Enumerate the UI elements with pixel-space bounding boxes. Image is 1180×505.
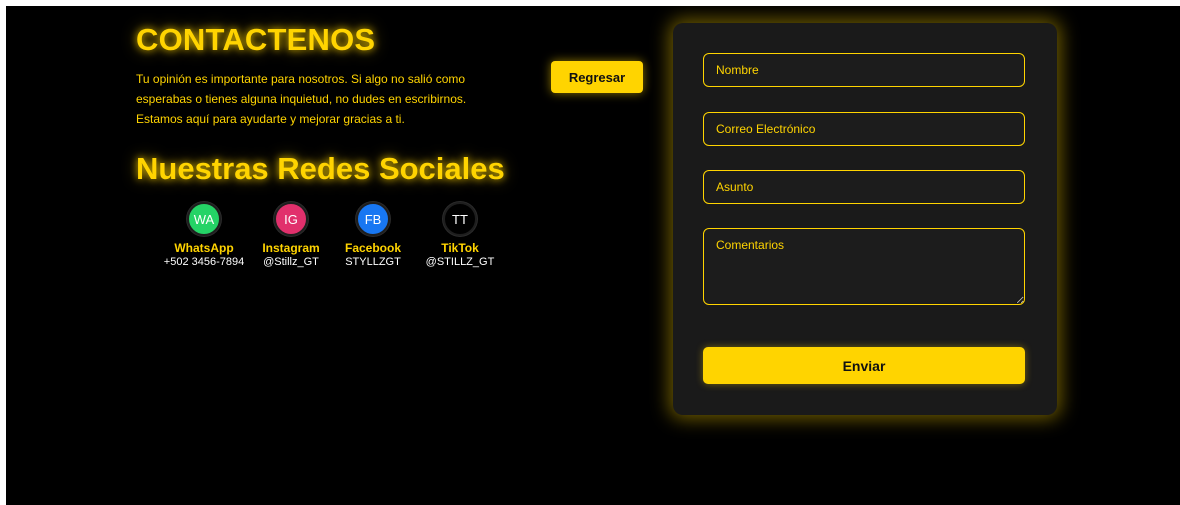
email-field[interactable] xyxy=(703,112,1025,146)
social-name: Instagram xyxy=(262,241,320,255)
contact-form-card: Enviar xyxy=(673,23,1057,415)
subject-field[interactable] xyxy=(703,170,1025,204)
social-handle: STYLLZGT xyxy=(345,256,401,268)
social-name: Facebook xyxy=(344,241,401,255)
social-title: Nuestras Redes Sociales xyxy=(136,151,505,186)
back-button[interactable]: Regresar xyxy=(551,61,643,93)
submit-button[interactable]: Enviar xyxy=(703,347,1025,384)
facebook-icon: FB xyxy=(356,202,390,236)
social-item-instagram[interactable]: IG Instagram @Stillz_GT xyxy=(246,202,336,270)
name-field[interactable] xyxy=(703,53,1025,87)
instagram-icon: IG xyxy=(274,202,308,236)
page-title: CONTACTENOS xyxy=(136,22,376,57)
comments-field[interactable] xyxy=(703,228,1025,305)
tiktok-icon: TT xyxy=(443,202,477,236)
social-item-facebook[interactable]: FB Facebook STYLLZGT xyxy=(328,202,418,270)
intro-text: Tu opinión es importante para nosotros. … xyxy=(136,72,467,126)
social-item-whatsapp[interactable]: WA WhatsApp +502 3456-7894 xyxy=(159,202,249,270)
social-name: TikTok xyxy=(441,241,479,255)
social-handle: @Stillz_GT xyxy=(263,256,319,268)
social-handle: @STILLZ_GT xyxy=(425,256,495,268)
social-handle: +502 3456-7894 xyxy=(163,256,245,268)
social-name: WhatsApp xyxy=(174,241,234,255)
contact-page: CONTACTENOS Tu opinión es importante par… xyxy=(6,6,1180,505)
whatsapp-icon: WA xyxy=(187,202,221,236)
social-item-tiktok[interactable]: TT TikTok @STILLZ_GT xyxy=(415,202,505,270)
